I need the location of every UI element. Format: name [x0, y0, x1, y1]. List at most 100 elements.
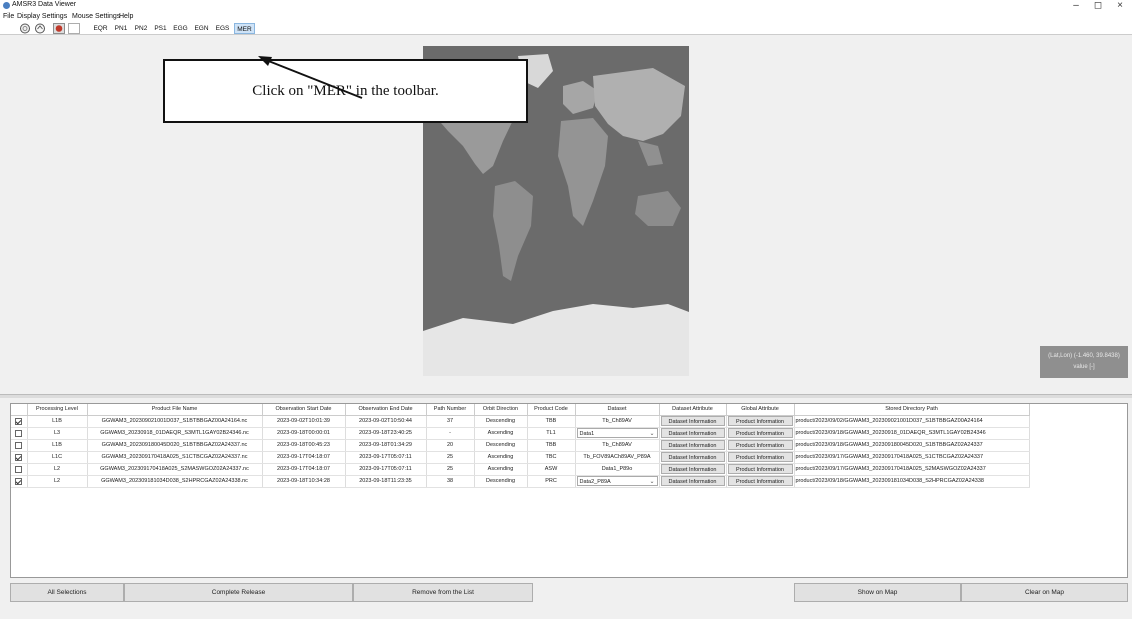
- dataset-information-button[interactable]: Dataset Information: [660, 476, 725, 486]
- processing-level-cell: L2: [27, 463, 88, 476]
- dataset-information-button[interactable]: Dataset Information: [660, 452, 725, 462]
- toolbar-egg[interactable]: EGG: [171, 23, 190, 34]
- product-code-cell: PRC: [527, 475, 576, 488]
- table-row[interactable]: L3 GGWAM3_20230918_01DAEQR_S3MTL1GAY02B24…: [11, 427, 1030, 440]
- menu-mouse-settings[interactable]: Mouse Settings: [72, 12, 120, 22]
- header-observation-start-date[interactable]: Observation Start Date: [262, 404, 346, 416]
- header-global-attribute[interactable]: Global Attribute: [726, 404, 795, 416]
- chevron-down-icon: ⌄: [649, 431, 655, 437]
- header-orbit-direction[interactable]: Orbit Direction: [474, 404, 528, 416]
- processing-level-cell: L3: [27, 427, 88, 440]
- maximize-button[interactable]: ◻: [1088, 0, 1108, 12]
- minimize-button[interactable]: –: [1066, 0, 1086, 12]
- product-information-button[interactable]: Product Information: [727, 440, 793, 450]
- toolbar-eqr[interactable]: EQR: [91, 23, 110, 34]
- header-product-code[interactable]: Product Code: [527, 404, 576, 416]
- header-product-file-name[interactable]: Product File Name: [87, 404, 263, 416]
- table-row[interactable]: L2 GGWAM3_202309170418A025_S2MASWGOZ02A24…: [11, 463, 1030, 476]
- product-file-name-cell: GGWAM3_202309181034D038_S2HPRCGAZ02A2433…: [87, 475, 263, 488]
- app-icon: [3, 2, 10, 9]
- toolbar-mer[interactable]: MER: [234, 23, 255, 34]
- observation-start-cell: 2023-09-18T10:34:28: [262, 475, 346, 488]
- dataset-cell: Tb_Ch89AV: [575, 439, 660, 452]
- dataset-cell: Tb_Ch89AV: [575, 415, 660, 428]
- product-information-button[interactable]: Product Information: [727, 428, 793, 438]
- zoom-icon[interactable]: [19, 23, 31, 34]
- product-file-name-cell: GGWAM3_202309021001D037_S1BTBBGAZ00A2416…: [87, 415, 263, 428]
- menu-help[interactable]: Help: [119, 12, 133, 22]
- product-code-cell: TBC: [527, 451, 576, 464]
- global-attribute-cell: Product Information: [726, 439, 795, 452]
- menu-display-settings[interactable]: Display Settings: [17, 12, 67, 22]
- dataset-information-button[interactable]: Dataset Information: [660, 416, 725, 426]
- toolbar-pn2[interactable]: PN2: [132, 23, 150, 34]
- table-row[interactable]: L1C GGWAM3_202309170418A025_S1CTBCGAZ02A2…: [11, 451, 1030, 464]
- dataset-select[interactable]: Data1 ⌄: [576, 428, 658, 438]
- title-bar: AMSR3 Data Viewer – ◻ ×: [0, 0, 1132, 12]
- dataset-value: Data1: [579, 431, 595, 437]
- row-checkbox[interactable]: [15, 477, 23, 485]
- processing-level-cell: L2: [27, 475, 88, 488]
- stored-directory-path-cell: product/2023/09/02/GGWAM3_202309021001D0…: [794, 415, 1030, 428]
- pan-icon[interactable]: [34, 23, 46, 34]
- coordinate-readout: (Lat,Lon) (-1.460, 39.8438) value [-]: [1040, 346, 1128, 378]
- toolbar: EQR PN1 PN2 PS1 EGG EGN EGS MER: [0, 22, 1132, 35]
- observation-end-cell: 2023-09-18T23:40:25: [345, 427, 427, 440]
- product-information-button[interactable]: Product Information: [727, 476, 793, 486]
- all-selections-button[interactable]: All Selections: [10, 583, 124, 602]
- panel-divider[interactable]: [0, 394, 1132, 398]
- dataset-select[interactable]: Data2_P89A ⌄: [576, 476, 658, 486]
- close-button[interactable]: ×: [1110, 0, 1130, 12]
- toolbar-egn[interactable]: EGN: [192, 23, 211, 34]
- select-cell: [11, 439, 28, 452]
- row-checkbox[interactable]: [15, 417, 23, 425]
- row-checkbox[interactable]: [15, 441, 23, 449]
- observation-end-cell: 2023-09-18T11:23:35: [345, 475, 427, 488]
- stored-directory-path-cell: product/2023/09/18/GGWAM3_202309180045D0…: [794, 439, 1030, 452]
- clear-on-map-button[interactable]: Clear on Map: [961, 583, 1128, 602]
- orbit-direction-cell: Ascending: [474, 427, 528, 440]
- toolbar-pn1[interactable]: PN1: [112, 23, 130, 34]
- header-path-number[interactable]: Path Number: [426, 404, 475, 416]
- instruction-callout: Click on "MER" in the toolbar.: [163, 59, 528, 123]
- observation-end-cell: 2023-09-02T10:50:44: [345, 415, 427, 428]
- global-attribute-cell: Product Information: [726, 415, 795, 428]
- product-information-button[interactable]: Product Information: [727, 452, 793, 462]
- header-dataset-attribute[interactable]: Dataset Attribute: [659, 404, 727, 416]
- row-checkbox[interactable]: [15, 453, 23, 461]
- header-dataset[interactable]: Dataset: [575, 404, 660, 416]
- stop-icon[interactable]: [53, 23, 65, 34]
- table-row[interactable]: L2 GGWAM3_202309181034D038_S2HPRCGAZ02A24…: [11, 475, 1030, 488]
- row-checkbox[interactable]: [15, 429, 23, 437]
- product-information-button[interactable]: Product Information: [727, 464, 793, 474]
- instruction-text: Click on "MER" in the toolbar.: [252, 83, 439, 99]
- observation-start-cell: 2023-09-18T00:00:01: [262, 427, 346, 440]
- observation-end-cell: 2023-09-17T05:07:11: [345, 451, 427, 464]
- dataset-information-button[interactable]: Dataset Information: [660, 440, 725, 450]
- blank-tool-icon[interactable]: [68, 23, 80, 34]
- header-processing-level[interactable]: Processing Level: [27, 404, 88, 416]
- table-row[interactable]: L1B GGWAM3_202309021001D037_S1BTBBGAZ00A2…: [11, 415, 1030, 428]
- complete-release-button[interactable]: Complete Release: [124, 583, 353, 602]
- orbit-direction-cell: Descending: [474, 415, 528, 428]
- table-row[interactable]: L1B GGWAM3_202309180045D020_S1BTBBGAZ02A2…: [11, 439, 1030, 452]
- header-observation-end-date[interactable]: Observation End Date: [345, 404, 427, 416]
- dataset-cell: Data2_P89A ⌄: [575, 475, 660, 488]
- row-checkbox[interactable]: [15, 465, 23, 473]
- dataset-information-button[interactable]: Dataset Information: [660, 428, 725, 438]
- product-file-name-cell: GGWAM3_202309170418A025_S1CTBCGAZ02A2433…: [87, 451, 263, 464]
- show-on-map-button[interactable]: Show on Map: [794, 583, 961, 602]
- toolbar-ps1[interactable]: PS1: [152, 23, 169, 34]
- product-information-button[interactable]: Product Information: [727, 416, 793, 426]
- dataset-attribute-cell: Dataset Information: [659, 475, 727, 488]
- orbit-direction-cell: Ascending: [474, 451, 528, 464]
- header-select: [11, 404, 28, 416]
- menu-file[interactable]: File: [3, 12, 14, 22]
- toolbar-egs[interactable]: EGS: [213, 23, 232, 34]
- dataset-information-button[interactable]: Dataset Information: [660, 464, 725, 474]
- global-attribute-cell: Product Information: [726, 475, 795, 488]
- header-stored-directory-path[interactable]: Stored Directory Path: [794, 404, 1030, 416]
- dataset-attribute-cell: Dataset Information: [659, 439, 727, 452]
- remove-from-list-button[interactable]: Remove from the List: [353, 583, 533, 602]
- observation-start-cell: 2023-09-17T04:18:07: [262, 451, 346, 464]
